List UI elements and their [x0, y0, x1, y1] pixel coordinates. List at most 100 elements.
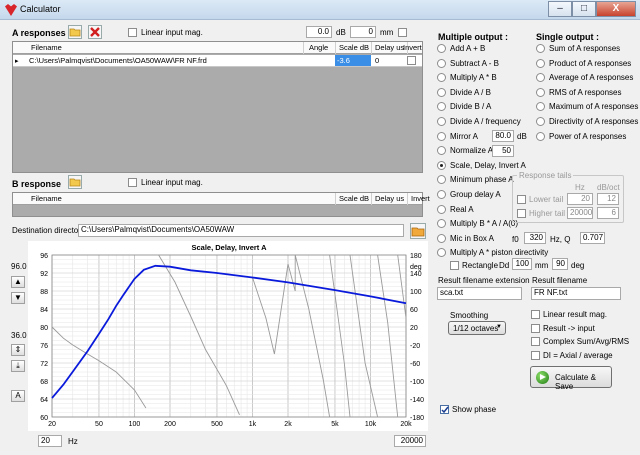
multi-radio-6[interactable] [437, 131, 446, 141]
open-folder-b-button[interactable] [68, 175, 82, 189]
deg-unit-label: deg [571, 261, 585, 270]
multi-radio-4[interactable] [437, 102, 446, 112]
offset-checkbox[interactable] [398, 28, 407, 37]
minimize-button[interactable]: – [548, 1, 572, 17]
single-radio-4[interactable] [536, 102, 545, 112]
col-delay-us: Delay us [375, 194, 405, 203]
multi-radio-8[interactable] [437, 160, 446, 170]
calculate-save-label: Calculate & Save [555, 373, 596, 391]
scroll-up-button[interactable]: ▲ [11, 276, 25, 288]
single-radio-6[interactable] [536, 131, 545, 141]
single-radio-1[interactable] [536, 58, 545, 68]
multi-radio-14[interactable] [437, 248, 446, 258]
multi-radio-3[interactable] [437, 87, 446, 97]
app-logo-icon [5, 4, 17, 16]
offset-mm-input[interactable]: 0 [350, 26, 376, 38]
single-radio-0[interactable] [536, 44, 545, 53]
linear-input-a-checkbox[interactable] [128, 28, 137, 37]
single-label-6: Power of A responses [549, 131, 627, 141]
result-ext-input[interactable]: sca.txt [437, 287, 522, 300]
multi-radio-9[interactable] [437, 175, 446, 185]
higher-hz-input[interactable]: 20000 [567, 207, 593, 219]
autoscale-button[interactable]: A [11, 390, 25, 402]
y2-tick-label: 100 [410, 289, 422, 296]
dd-unit-label: mm [535, 261, 549, 270]
option-checkbox-0[interactable] [531, 310, 540, 319]
multi-radio-13[interactable] [437, 233, 446, 243]
higher-dboct-input[interactable]: 6 [597, 207, 619, 219]
multi-label-0: Add A + B [450, 44, 486, 53]
row-delay-us[interactable]: 0 [375, 56, 379, 65]
smoothing-select[interactable]: 1/12 octaves ▼ [448, 321, 506, 335]
multi-radio-2[interactable] [437, 73, 446, 83]
play-icon [536, 371, 549, 384]
multi-label-1: Subtract A - B [450, 58, 499, 68]
open-folder-a-button[interactable] [68, 25, 82, 39]
window-controls: – □ X [548, 1, 636, 18]
y-tick-label: 84 [40, 307, 48, 314]
delete-a-button[interactable] [88, 25, 102, 39]
linear-input-b-checkbox[interactable] [128, 178, 137, 187]
single-radio-3[interactable] [536, 87, 545, 97]
multi-radio-12[interactable] [437, 219, 446, 229]
lower-hz-input[interactable]: 20 [567, 193, 593, 205]
multi-radio-11[interactable] [437, 204, 446, 214]
multi-radio-10[interactable] [437, 190, 446, 199]
multi-radio-5[interactable] [437, 117, 446, 126]
show-phase-checkbox[interactable] [440, 405, 449, 414]
row-scale-db[interactable]: -3.6 [335, 55, 371, 66]
option-checkbox-1[interactable] [531, 323, 540, 333]
close-window-button[interactable]: X [596, 1, 636, 17]
magnitude-line [51, 264, 407, 399]
y2-tick-label: -100 [410, 379, 424, 386]
mic-f0-input[interactable]: 320 [524, 232, 546, 244]
multi-radio-7[interactable] [437, 146, 446, 156]
mic-q-input[interactable]: 0.707 [580, 232, 605, 244]
mirror-value-input[interactable]: 80.0 [492, 130, 514, 142]
higher-tail-checkbox[interactable] [517, 209, 526, 218]
col-angle: Angle [309, 43, 329, 52]
y2-tick-label: 60 [410, 307, 418, 314]
lower-tail-checkbox[interactable] [517, 195, 526, 204]
col-scale-db: Scale dB [339, 194, 370, 203]
y-tick-label: 96 [40, 253, 48, 260]
tails-dboct-label: dB/oct [597, 183, 620, 192]
lower-dboct-input[interactable]: 12 [597, 193, 619, 205]
single-radio-2[interactable] [536, 73, 545, 83]
browse-destination-button[interactable] [410, 223, 426, 239]
option-label-3: DI = Axial / average [543, 350, 613, 360]
result-filename-input[interactable]: FR NF.txt [531, 287, 621, 300]
offset-db-input[interactable]: 0.0 [306, 26, 332, 38]
x-tick-label: 20 [48, 421, 56, 428]
delete-x-icon [90, 27, 100, 37]
single-radio-5[interactable] [536, 117, 545, 126]
hz-label: Hz [68, 437, 78, 446]
multi-label-12: Multiply B * A / A(0) [450, 219, 519, 229]
destination-input[interactable]: C:\Users\Palmqvist\Documents\OA50WAW [78, 224, 404, 237]
normalize-value-input[interactable]: 50 [492, 145, 514, 157]
multi-radio-0[interactable] [437, 44, 446, 53]
option-checkbox-3[interactable] [531, 350, 540, 360]
y-tick-label: 72 [40, 361, 48, 368]
maximize-button[interactable]: □ [572, 1, 596, 17]
single-label-1: Product of A responses [549, 58, 632, 68]
rectangle-checkbox[interactable] [450, 261, 459, 270]
row-filename[interactable]: C:\Users\Palmqvist\Documents\OA50WAW\FR … [29, 56, 207, 65]
scroll-down-button[interactable]: ▼ [11, 292, 25, 304]
deg-input[interactable]: 90 [552, 258, 568, 270]
response-chart[interactable]: Scale, Delay, Invert A 96 92 88 84 80 76 72 68 64… [28, 241, 428, 431]
lower-tail-label: Lower tail [529, 195, 564, 204]
zoom-out-button[interactable]: ⤓ [11, 360, 25, 372]
option-label-1: Result -> input [543, 323, 595, 333]
multiple-output-header: Multiple output : [438, 32, 508, 42]
x-min-input[interactable]: 20 [38, 435, 62, 447]
multi-radio-1[interactable] [437, 58, 446, 68]
option-checkbox-2[interactable] [531, 337, 540, 346]
calculate-save-button[interactable]: Calculate & Save [530, 366, 612, 391]
zoom-in-button[interactable]: ⇕ [11, 344, 25, 356]
row-invert-checkbox[interactable] [407, 56, 416, 65]
show-phase-label: Show phase [452, 405, 497, 414]
x-max-input[interactable]: 20000 [394, 435, 426, 447]
dd-input[interactable]: 100 [512, 258, 532, 270]
table-row[interactable]: ▸ C:\Users\Palmqvist\Documents\OA50WAW\F… [13, 55, 422, 67]
